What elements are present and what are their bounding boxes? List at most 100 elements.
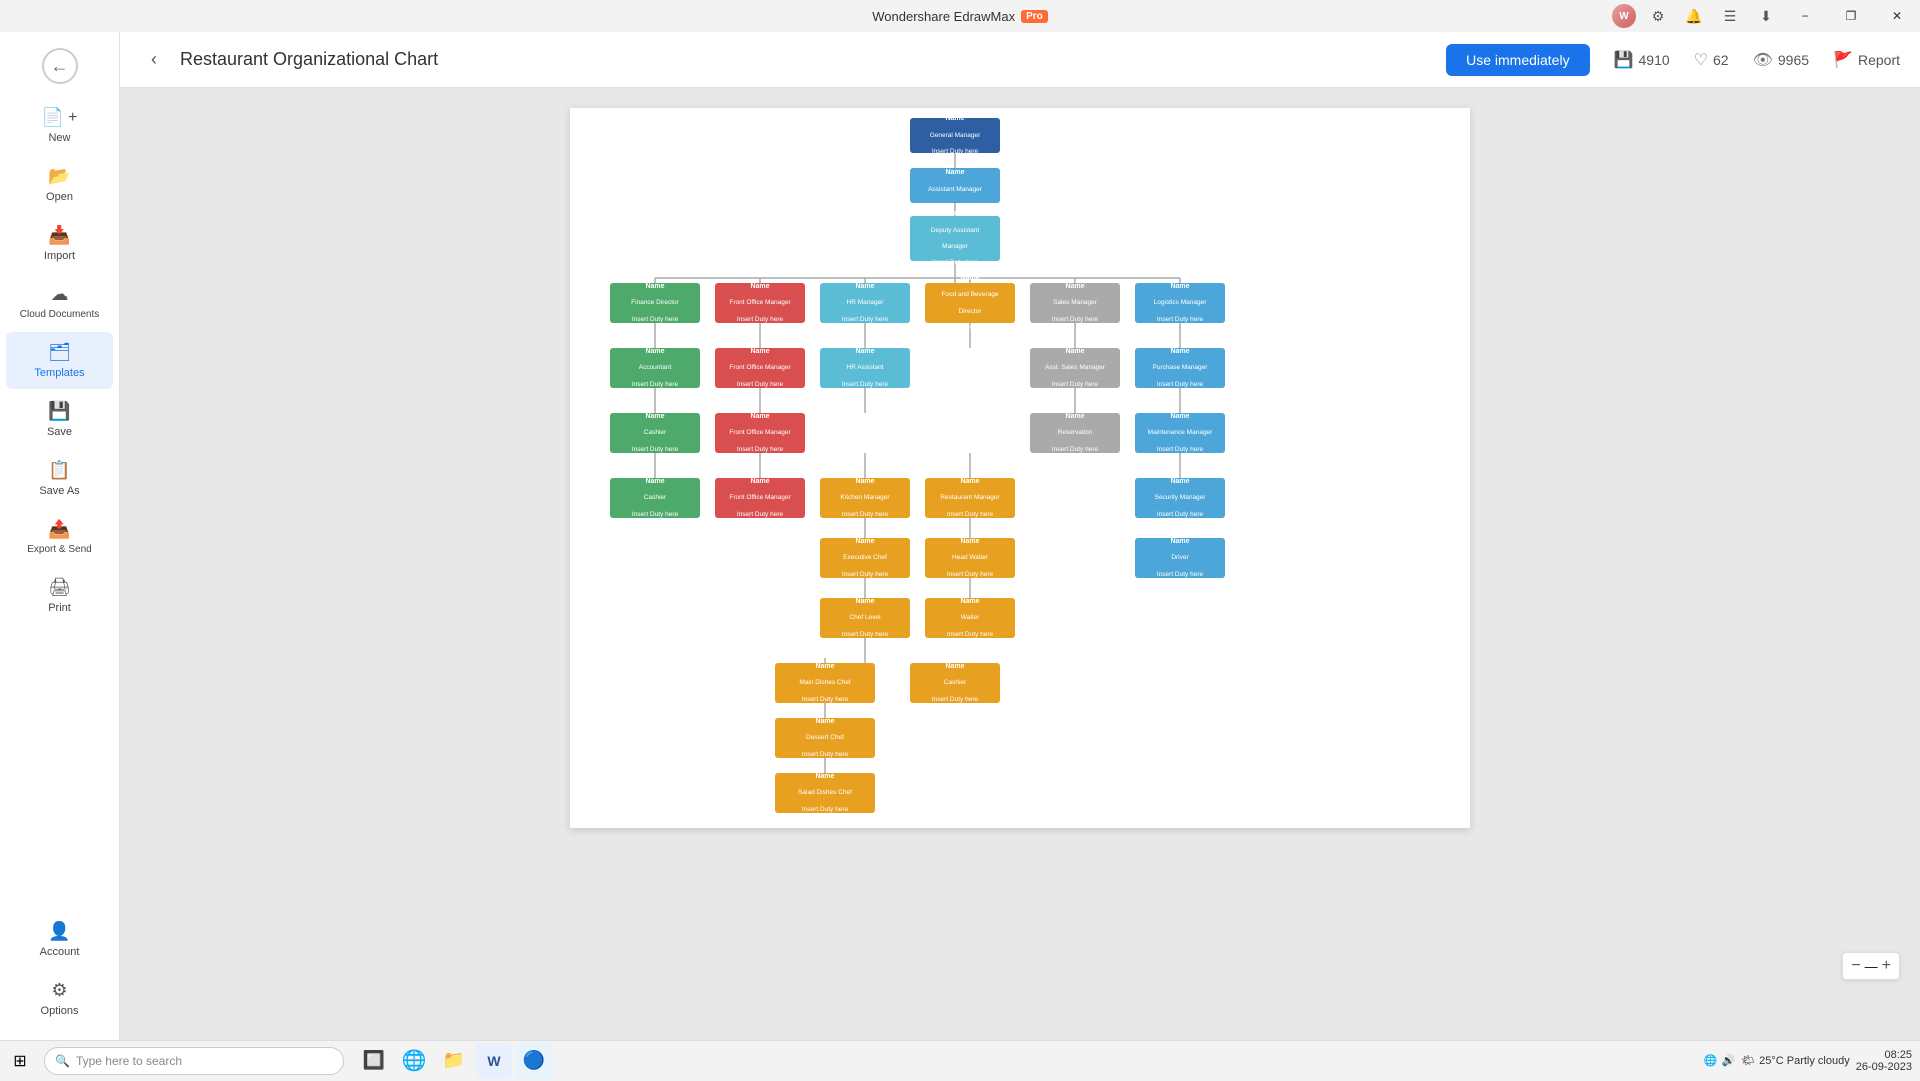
- cloud-label: Cloud Documents: [20, 309, 99, 320]
- org-node-salad[interactable]: NameSalad Dishes ChefInsert Duty here: [775, 773, 875, 813]
- org-node-am[interactable]: NameAssistant Manager: [910, 168, 1000, 203]
- sidebar-item-open[interactable]: 📂 Open: [6, 156, 113, 213]
- org-node-kitm[interactable]: NameKitchen ManagerInsert Duty here: [820, 478, 910, 518]
- taskbar-app-explorer[interactable]: 📁: [436, 1043, 472, 1079]
- taskbar-network-icon[interactable]: 🌐: [1704, 1054, 1718, 1067]
- org-node-dam[interactable]: NameDeputy AssistantManagerInsert Duty h…: [910, 216, 1000, 261]
- back-circle-icon: ←: [42, 48, 78, 84]
- org-node-pm[interactable]: NamePurchase ManagerInsert Duty here: [1135, 348, 1225, 388]
- restore-button[interactable]: ❐: [1828, 0, 1874, 32]
- taskbar-search[interactable]: 🔍 Type here to search: [44, 1047, 344, 1075]
- minimize-button[interactable]: −: [1782, 0, 1828, 32]
- org-node-dessertc[interactable]: NameDessert ChefInsert Duty here: [775, 718, 875, 758]
- open-icon: 📂: [48, 166, 70, 187]
- taskbar: ⊞ 🔍 Type here to search 🔲 🌐 📁 W 🔵 🌐 🔊 🌤 …: [0, 1040, 1920, 1080]
- org-node-driver[interactable]: NameDriverInsert Duty here: [1135, 538, 1225, 578]
- window-controls: − ❐ ✕: [1782, 0, 1920, 32]
- sidebar-item-cloud[interactable]: ☁ Cloud Documents: [6, 274, 113, 330]
- sidebar-item-saveas[interactable]: 📋 Save As: [6, 450, 113, 507]
- org-node-cashier3[interactable]: NameCashierInsert Duty here: [910, 663, 1000, 703]
- avatar[interactable]: W: [1612, 4, 1636, 28]
- download-icon[interactable]: ⬇: [1752, 2, 1780, 30]
- taskbar-app-widgets[interactable]: 🔲: [356, 1043, 392, 1079]
- taskbar-volume-icon[interactable]: 🔊: [1721, 1054, 1735, 1067]
- taskbar-system-icons: 🌐 🔊: [1704, 1054, 1735, 1067]
- org-node-fd[interactable]: NameFinance DirectorInsert Duty here: [610, 283, 700, 323]
- save-icon: 💾: [48, 401, 70, 422]
- org-node-mainc[interactable]: NameMain Dishes ChefInsert Duty here: [775, 663, 875, 703]
- new-plus-icon: +: [68, 109, 77, 127]
- templates-icon: 🗂: [48, 342, 71, 363]
- sidebar-item-templates[interactable]: 🗂 Templates: [6, 332, 113, 389]
- options-label: Options: [41, 1005, 79, 1017]
- view-icon: 👁: [1753, 50, 1773, 70]
- sidebar-item-save[interactable]: 💾 Save: [6, 391, 113, 448]
- org-node-acc[interactable]: NameAccountantInsert Duty here: [610, 348, 700, 388]
- sidebar-back-button[interactable]: ←: [34, 40, 86, 92]
- print-icon: 🖨: [48, 577, 71, 598]
- zoom-out-button[interactable]: −: [1851, 957, 1860, 975]
- new-label: New: [48, 132, 70, 144]
- sidebar-item-account[interactable]: 👤 Account: [6, 911, 113, 968]
- header-back-button[interactable]: ‹: [140, 46, 168, 74]
- close-button[interactable]: ✕: [1874, 0, 1920, 32]
- pro-badge: Pro: [1021, 10, 1048, 23]
- org-node-secm[interactable]: NameSecurity ManagerInsert Duty here: [1135, 478, 1225, 518]
- options-icon: ⚙: [51, 980, 67, 1001]
- sidebar-item-print[interactable]: 🖨 Print: [6, 567, 113, 624]
- settings-icon[interactable]: ⚙: [1644, 2, 1672, 30]
- org-node-mm[interactable]: NameMaintenance ManagerInsert Duty here: [1135, 413, 1225, 453]
- templates-label: Templates: [34, 367, 84, 379]
- org-node-hra[interactable]: NameHR AssistantInsert Duty here: [820, 348, 910, 388]
- org-node-waiter[interactable]: NameWaiterInsert Duty here: [925, 598, 1015, 638]
- org-node-res[interactable]: NameReservationInsert Duty here: [1030, 413, 1120, 453]
- org-node-lm[interactable]: NameLogistics ManagerInsert Duty here: [1135, 283, 1225, 323]
- save-label: Save: [47, 426, 72, 438]
- sidebar-item-options[interactable]: ⚙ Options: [6, 970, 113, 1027]
- new-icon: 📄: [42, 107, 64, 128]
- sidebar-item-import[interactable]: 📥 Import: [6, 215, 113, 272]
- app-title-text: Wondershare EdrawMax: [872, 9, 1015, 24]
- org-node-execc[interactable]: NameExecutive ChefInsert Duty here: [820, 538, 910, 578]
- use-immediately-button[interactable]: Use immediately: [1446, 44, 1589, 76]
- taskbar-app-edge[interactable]: 🌐: [396, 1043, 432, 1079]
- taskbar-app-word[interactable]: W: [476, 1043, 512, 1079]
- report-button[interactable]: 🚩 Report: [1833, 50, 1900, 70]
- weather-icon: 🌤: [1741, 1054, 1755, 1067]
- print-label: Print: [48, 602, 71, 614]
- org-node-hr[interactable]: NameHR ManagerInsert Duty here: [820, 283, 910, 323]
- org-node-cash[interactable]: NameCashierInsert Duty here: [610, 413, 700, 453]
- view-count: 👁 9965: [1753, 50, 1809, 70]
- save-count: 💾 4910: [1614, 50, 1670, 70]
- org-node-fom1[interactable]: NameFront Office ManagerInsert Duty here: [715, 283, 805, 323]
- org-node-fb[interactable]: NameFood and BeverageDirectorInsert Duty…: [925, 283, 1015, 323]
- account-icon: 👤: [48, 921, 70, 942]
- export-icon: 📤: [48, 519, 70, 540]
- taskbar-app-edraw[interactable]: 🔵: [516, 1043, 552, 1079]
- chart-connectors: [570, 108, 1470, 828]
- start-button[interactable]: ⊞: [0, 1041, 40, 1081]
- titlebar: Wondershare EdrawMax Pro W ⚙ 🔔 ☰ ⬇ − ❐ ✕: [0, 0, 1920, 32]
- org-node-headw[interactable]: NameHead WaiterInsert Duty here: [925, 538, 1015, 578]
- sidebar-item-export[interactable]: 📤 Export & Send: [6, 509, 113, 565]
- zoom-in-button[interactable]: +: [1882, 957, 1891, 975]
- notification-icon[interactable]: 🔔: [1680, 2, 1708, 30]
- sidebar-item-new[interactable]: 📄 + New: [6, 97, 113, 154]
- org-node-cash2[interactable]: NameCashierInsert Duty here: [610, 478, 700, 518]
- org-node-sm[interactable]: NameSales ManagerInsert Duty here: [1030, 283, 1120, 323]
- org-node-restm[interactable]: NameRestaurant ManagerInsert Duty here: [925, 478, 1015, 518]
- page-title: Restaurant Organizational Chart: [180, 49, 1434, 70]
- org-node-chefl[interactable]: NameChef LevelInsert Duty here: [820, 598, 910, 638]
- org-node-gm[interactable]: NameGeneral ManagerInsert Duty here: [910, 118, 1000, 153]
- org-node-fom4[interactable]: NameFront Office ManagerInsert Duty here: [715, 478, 805, 518]
- org-node-fom2[interactable]: NameFront Office ManagerInsert Duty here: [715, 348, 805, 388]
- content-area: ‹ Restaurant Organizational Chart Use im…: [120, 32, 1920, 1040]
- menu-icon[interactable]: ☰: [1716, 2, 1744, 30]
- org-node-fom3[interactable]: NameFront Office ManagerInsert Duty here: [715, 413, 805, 453]
- taskbar-search-icon: 🔍: [55, 1054, 70, 1068]
- taskbar-search-placeholder: Type here to search: [76, 1054, 182, 1068]
- like-count[interactable]: ♡ 62: [1694, 50, 1729, 70]
- org-node-asm[interactable]: NameAsst. Sales ManagerInsert Duty here: [1030, 348, 1120, 388]
- content-header: ‹ Restaurant Organizational Chart Use im…: [120, 32, 1920, 88]
- chart-area[interactable]: NameGeneral ManagerInsert Duty here NameA…: [120, 88, 1920, 1040]
